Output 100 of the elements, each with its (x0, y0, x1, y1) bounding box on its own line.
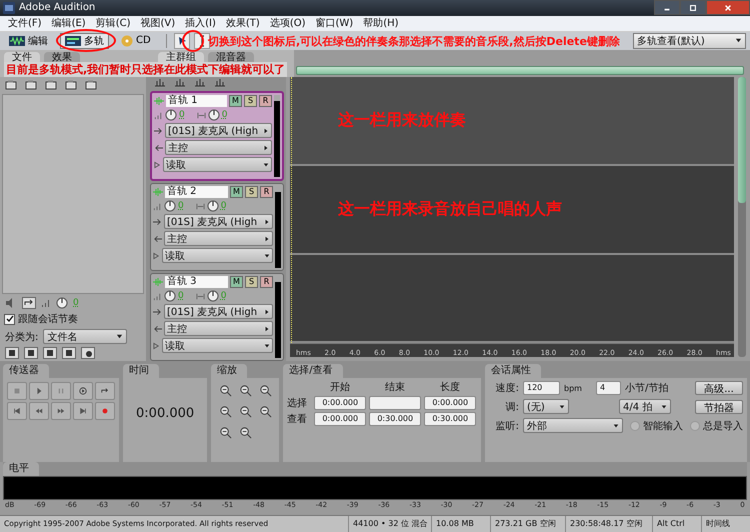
track-name-field[interactable]: 音轨 2 (165, 186, 228, 198)
menu-item[interactable]: 选项(O) (266, 16, 312, 30)
automation-dropdown[interactable]: 读取 (162, 248, 273, 264)
track-name-field[interactable]: 音轨 3 (165, 276, 228, 288)
file-tool-icon[interactable] (85, 80, 97, 90)
transport-button[interactable] (95, 382, 115, 400)
metronome-button[interactable]: 节拍器 (695, 400, 743, 414)
filter-icon[interactable] (62, 347, 76, 360)
radio-label[interactable]: 智能输入 (643, 418, 683, 433)
zoom-icon[interactable] (259, 405, 272, 418)
radio-button[interactable] (690, 420, 700, 431)
transport-button[interactable] (29, 382, 49, 400)
filter-icon[interactable] (43, 347, 57, 360)
start-field[interactable]: 0:00.000 (314, 396, 366, 410)
time-signature-dropdown[interactable]: 4/4 拍 (619, 399, 671, 414)
track-toggle-button[interactable]: R (259, 95, 272, 108)
loop-icon[interactable] (22, 297, 36, 310)
transport-button[interactable] (7, 402, 27, 420)
length-field[interactable]: 0:00.000 (424, 396, 476, 410)
track-tool-icon[interactable] (194, 78, 206, 88)
transport-button[interactable] (29, 402, 49, 420)
track-toggle-button[interactable]: R (260, 276, 273, 288)
zoom-icon[interactable] (219, 384, 232, 398)
panel-tab[interactable]: 混音器 (208, 52, 254, 64)
automation-dropdown[interactable]: 读取 (162, 338, 273, 354)
playhead-line[interactable] (291, 77, 292, 344)
checkbox-label[interactable]: 跟随会话节奏 (18, 312, 78, 326)
menu-item[interactable]: 文件(F) (4, 16, 48, 30)
filter-icon[interactable] (5, 347, 19, 360)
track-lane[interactable] (290, 254, 734, 344)
beats-field[interactable]: 4 (596, 381, 621, 396)
menu-item[interactable]: 帮助(H) (359, 16, 405, 30)
panel-tab[interactable]: 主群组 (158, 52, 204, 64)
menu-item[interactable]: 效果(T) (222, 16, 266, 30)
start-field[interactable]: 0:00.000 (314, 412, 366, 426)
pan-knob[interactable] (206, 290, 219, 302)
preview-icon[interactable] (81, 347, 95, 360)
volume-knob[interactable] (165, 109, 177, 122)
radio-button[interactable] (630, 420, 640, 431)
track-header[interactable]: 音轨 2 M S R 0 0 [01S] 麦克风 (High 主控 读取 (150, 183, 284, 272)
expand-triangle-icon[interactable] (153, 252, 160, 260)
track-toggle-button[interactable]: S (244, 95, 257, 108)
input-dropdown[interactable]: [01S] 麦克风 (High (165, 123, 272, 138)
track-toggle-button[interactable]: S (245, 276, 258, 288)
transport-button[interactable] (73, 382, 93, 400)
workspace-dropdown[interactable]: 多轨查看(默认) (633, 32, 746, 49)
zoom-icon[interactable] (239, 405, 252, 418)
input-dropdown[interactable]: [01S] 麦克风 (High (164, 304, 273, 320)
radio-label[interactable]: 总是导入 (703, 418, 743, 433)
mode-button[interactable]: CD (116, 32, 156, 49)
file-tool-icon[interactable] (45, 80, 57, 90)
track-header[interactable]: 音轨 1 M S R 0 0 [01S] 麦克风 (High 主控 读取 (150, 91, 284, 182)
track-toggle-button[interactable]: R (260, 186, 273, 198)
output-dropdown[interactable]: 主控 (164, 231, 273, 246)
length-field[interactable]: 0:30.000 (424, 412, 476, 426)
transport-button[interactable] (51, 402, 71, 420)
sort-dropdown[interactable]: 文件名 (43, 329, 128, 344)
track-tool-icon[interactable] (154, 78, 166, 88)
scrollbar[interactable] (738, 77, 746, 358)
zoom-icon[interactable] (239, 384, 252, 398)
advanced-button[interactable]: 高级... (695, 381, 743, 396)
file-tool-icon[interactable] (65, 80, 77, 90)
transport-button[interactable] (73, 402, 93, 420)
menu-item[interactable]: 窗口(W) (312, 16, 360, 30)
panel-tab[interactable]: 效果 (44, 52, 80, 64)
checkbox[interactable] (4, 314, 15, 325)
menu-item[interactable]: 编辑(E) (48, 16, 92, 30)
mode-button[interactable]: 多轨 (60, 32, 109, 49)
panel-tab[interactable]: 文件 (4, 52, 40, 64)
file-tool-icon[interactable] (25, 80, 37, 90)
track-name-field[interactable]: 音轨 1 (166, 95, 227, 108)
volume-knob[interactable] (164, 200, 176, 212)
pan-knob[interactable] (206, 200, 219, 212)
filter-icon[interactable] (24, 347, 38, 360)
zoom-icon[interactable] (219, 426, 232, 440)
zoom-icon[interactable] (259, 384, 272, 398)
volume-knob[interactable] (164, 290, 176, 302)
end-field[interactable]: 0:30.000 (369, 412, 422, 426)
track-toggle-button[interactable]: M (230, 186, 243, 198)
key-dropdown[interactable]: (无) (523, 399, 569, 414)
output-dropdown[interactable]: 主控 (165, 140, 272, 156)
track-toggle-button[interactable]: M (230, 276, 243, 288)
expand-triangle-icon[interactable] (154, 160, 161, 169)
track-tool-icon[interactable] (214, 78, 226, 88)
close-button[interactable] (706, 0, 750, 15)
maximize-button[interactable] (680, 0, 706, 15)
expand-triangle-icon[interactable] (153, 342, 160, 350)
zoom-icon[interactable] (219, 405, 232, 418)
mode-button[interactable]: 编辑 (4, 32, 53, 49)
file-tool-icon[interactable] (5, 80, 17, 90)
track-toggle-button[interactable]: M (229, 95, 242, 108)
menu-item[interactable]: 视图(V) (136, 16, 182, 30)
automation-dropdown[interactable]: 读取 (163, 157, 272, 172)
track-header[interactable]: 音轨 3 M S R 0 0 [01S] 麦克风 (High 主控 读取 (150, 273, 284, 362)
monitor-dropdown[interactable]: 外部 (523, 418, 623, 434)
scrollbar-thumb[interactable] (738, 77, 746, 204)
track-toggle-button[interactable]: S (245, 186, 258, 198)
menu-item[interactable]: 插入(I) (181, 16, 222, 30)
pan-knob[interactable] (208, 109, 220, 122)
track-tool-icon[interactable] (174, 78, 186, 88)
